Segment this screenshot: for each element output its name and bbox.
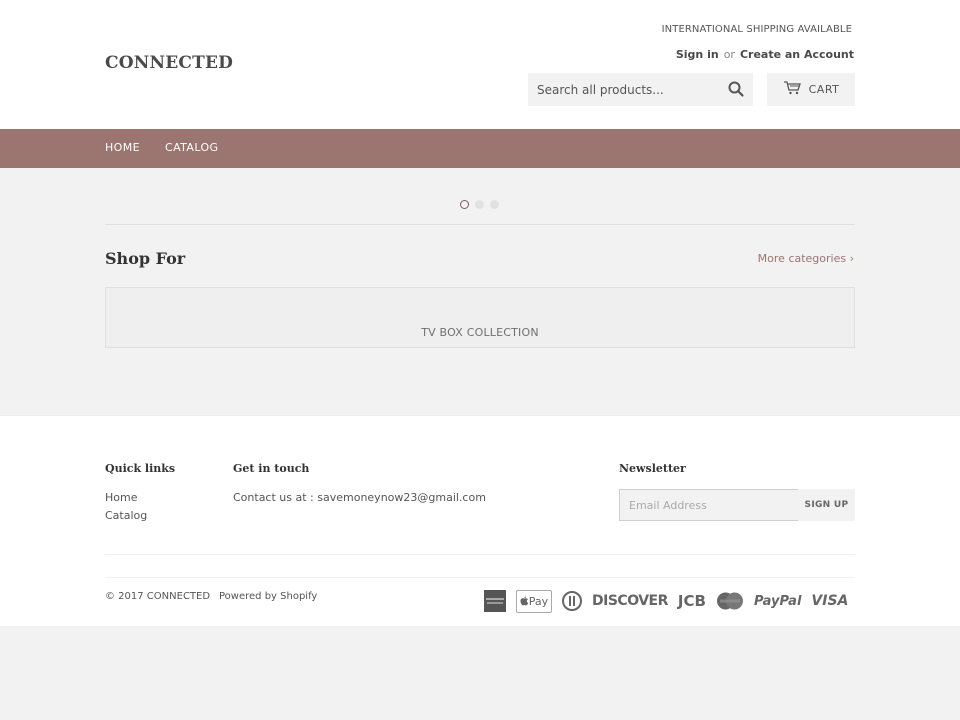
american-express-icon [484, 590, 506, 612]
discover-icon: DISCOVER [592, 593, 668, 609]
section-divider [105, 224, 855, 225]
footer-divider [105, 554, 855, 555]
site-header: CONNECTED INTERNATIONAL SHIPPING AVAILAB… [0, 0, 960, 129]
or-separator: or [723, 48, 735, 61]
site-footer: Quick links Home Catalog Get in touch Co… [0, 415, 960, 626]
nav-item-home[interactable]: HOME [105, 141, 140, 154]
footer-divider-bottom [105, 577, 855, 578]
cart-label: CART [808, 83, 840, 96]
apple-pay-icon: Pay [516, 589, 552, 613]
search-input[interactable] [528, 73, 718, 106]
slide-dot-1[interactable] [460, 200, 469, 209]
main-nav: HOME CATALOG [0, 129, 960, 168]
more-categories-link[interactable]: More categories › [758, 252, 854, 265]
search-form [528, 73, 753, 106]
search-icon[interactable] [727, 80, 745, 98]
slide-dot-3[interactable] [490, 200, 499, 209]
get-in-touch-heading: Get in touch [233, 462, 310, 475]
sign-in-link[interactable]: Sign in [676, 48, 719, 61]
site-logo[interactable]: CONNECTED [105, 53, 233, 73]
footer-link-catalog[interactable]: Catalog [105, 509, 147, 522]
shipping-notice: INTERNATIONAL SHIPPING AVAILABLE [661, 24, 852, 35]
collection-card[interactable]: TV BOX COLLECTION [105, 287, 855, 348]
visa-icon: VISA [811, 593, 849, 609]
master-card-icon [716, 592, 744, 610]
newsletter-email-input[interactable] [619, 489, 799, 521]
powered-by-link[interactable]: Powered by Shopify [219, 591, 317, 602]
quick-links-heading: Quick links [105, 462, 176, 475]
paypal-icon: PayPal [753, 593, 802, 609]
nav-item-catalog[interactable]: CATALOG [165, 141, 218, 154]
copyright-text: © 2017 CONNECTED [105, 591, 211, 602]
newsletter-signup-button[interactable]: SIGN UP [798, 489, 855, 521]
payment-icons: Pay DISCOVER JCB PayPal VISA [484, 589, 848, 613]
apple-pay-label: Pay [528, 594, 549, 608]
contact-text: Contact us at : savemoneynow23@gmail.com [233, 491, 486, 504]
create-account-link[interactable]: Create an Account [740, 48, 854, 61]
cart-icon [783, 81, 801, 98]
footer-link-home[interactable]: Home [105, 491, 137, 504]
account-links: Sign in or Create an Account [676, 48, 854, 61]
collection-title: TV BOX COLLECTION [421, 326, 539, 339]
slide-dot-2[interactable] [475, 200, 484, 209]
section-title: Shop For [105, 249, 186, 268]
diners-club-icon [562, 591, 582, 611]
newsletter-heading: Newsletter [619, 462, 686, 475]
jcb-icon: JCB [677, 592, 706, 610]
cart-button[interactable]: CART [767, 73, 855, 106]
slideshow-pagination [460, 200, 499, 209]
